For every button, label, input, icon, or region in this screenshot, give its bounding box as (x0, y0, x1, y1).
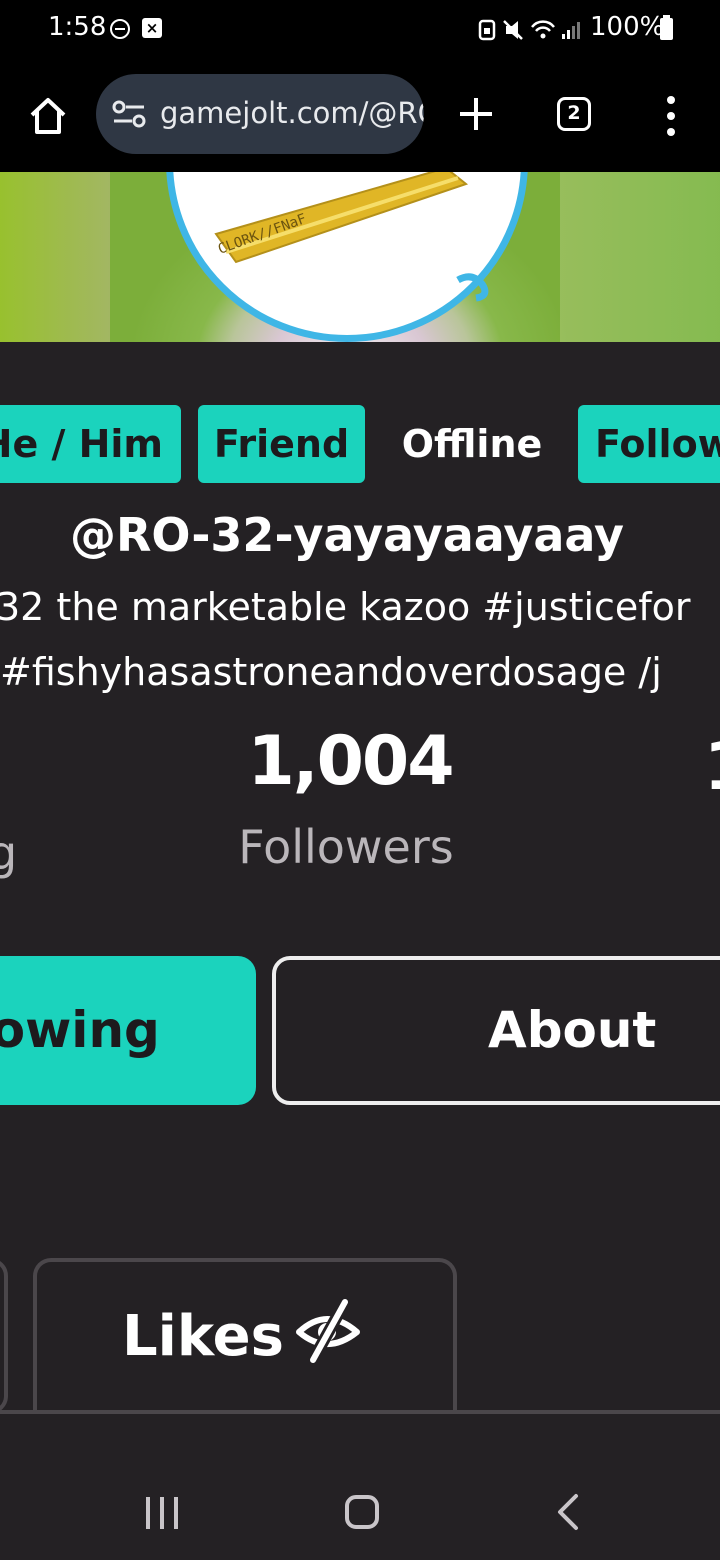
status-tag: Offline (401, 422, 543, 466)
stat-count-fragment[interactable]: 1 (704, 728, 720, 805)
followers-count[interactable]: 1,004 (200, 722, 500, 801)
menu-dots-icon[interactable] (662, 96, 680, 136)
friend-tag: Friend (198, 405, 365, 483)
nav-home-icon[interactable] (345, 1495, 379, 1529)
notification-icon: × (142, 18, 162, 38)
bio-line-1: 32 the marketable kazoo #justicefor (0, 585, 691, 629)
dnd-icon (110, 19, 130, 39)
plus-icon[interactable] (458, 96, 494, 132)
system-nav-bar (0, 1414, 720, 1560)
bio-line-2: #fishyhasastroneandoverdosage /j (0, 650, 662, 694)
url-bar[interactable]: gamejolt.com/@RO-32-yayayaayaay (96, 74, 424, 154)
following-button-label: Following (0, 1001, 160, 1059)
kazoo-image: CLORK//FNaF (214, 172, 489, 302)
status-time: 1:58 (48, 12, 107, 42)
home-icon[interactable] (28, 96, 68, 136)
following-label-fragment[interactable]: g (0, 826, 17, 880)
status-icons (478, 19, 580, 41)
url-text: gamejolt.com/@RO-32-yayayaayaay (160, 96, 424, 130)
tabs-icon[interactable]: 2 (557, 97, 591, 131)
username: @RO-32-yayayaayaay (69, 508, 625, 562)
tab-likes-label: Likes (122, 1304, 284, 1369)
following-button[interactable]: Following (0, 956, 256, 1105)
battery-icon (660, 15, 673, 40)
follow-tag[interactable]: Follow (578, 405, 720, 483)
battery-percent: 100% (590, 12, 665, 42)
nav-recents-icon[interactable] (146, 1497, 180, 1529)
about-button-label: About (488, 1001, 657, 1059)
eye-slash-icon (296, 1299, 360, 1363)
nav-back-icon[interactable] (552, 1493, 582, 1531)
about-button[interactable]: About (272, 956, 720, 1105)
followers-label[interactable]: Followers (196, 820, 496, 874)
tune-icon[interactable] (112, 100, 146, 128)
tab-previous[interactable] (0, 1258, 8, 1414)
pronoun-tag: He / Him (0, 405, 181, 483)
